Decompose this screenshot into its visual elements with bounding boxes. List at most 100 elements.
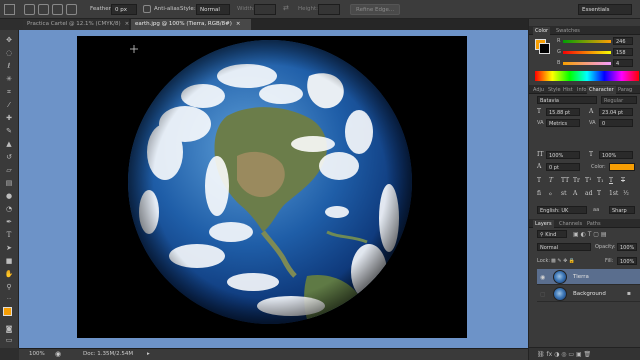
tracking-input[interactable]: 0 bbox=[599, 119, 633, 127]
tab-earth[interactable]: earth.jpg @ 100% (Tierra, RGB/8#) × bbox=[131, 19, 251, 30]
type-tool-icon[interactable]: T bbox=[4, 231, 14, 239]
channel-r-slider[interactable] bbox=[563, 40, 611, 43]
subtract-selection-icon[interactable] bbox=[52, 4, 63, 15]
color-background-swatch[interactable] bbox=[539, 43, 550, 54]
more-tools-icon[interactable]: ··· bbox=[4, 295, 14, 303]
faux-italic-button[interactable]: T bbox=[549, 177, 553, 184]
swap-icon[interactable]: ⇄ bbox=[283, 4, 289, 12]
horizontal-scale-input[interactable]: 100% bbox=[599, 151, 633, 159]
channel-g-input[interactable]: 158 bbox=[613, 48, 633, 56]
tab-character[interactable]: Character bbox=[587, 86, 616, 94]
font-size-input[interactable]: 15.88 pt bbox=[546, 108, 580, 116]
marquee-tool-icon[interactable]: ◌ bbox=[4, 49, 14, 57]
ligatures-button[interactable]: fi bbox=[537, 190, 541, 197]
eye-icon[interactable]: ▢ bbox=[540, 291, 546, 298]
ordinals-button[interactable]: 1st bbox=[609, 190, 618, 197]
blend-mode-select[interactable]: Normal bbox=[537, 243, 591, 251]
channel-g-slider[interactable] bbox=[563, 51, 611, 54]
width-input[interactable] bbox=[254, 4, 276, 15]
zoom-level[interactable]: 100% bbox=[29, 351, 45, 357]
tab-color[interactable]: Color bbox=[533, 27, 551, 35]
style-select[interactable]: Normal bbox=[196, 4, 230, 15]
tab-swatches[interactable]: Swatches bbox=[554, 27, 582, 35]
underline-button[interactable]: T bbox=[609, 177, 613, 184]
tab-layers[interactable]: Layers bbox=[533, 220, 554, 228]
color-spectrum-bar[interactable] bbox=[535, 71, 639, 81]
refine-edge-button[interactable]: Refine Edge... bbox=[350, 4, 401, 15]
leading-input[interactable]: 23.04 pt bbox=[599, 108, 633, 116]
channel-r-input[interactable]: 246 bbox=[613, 37, 633, 45]
strikethrough-button[interactable]: T bbox=[621, 177, 625, 184]
superscript-button[interactable]: T¹ bbox=[585, 177, 591, 184]
blur-tool-icon[interactable]: ● bbox=[4, 192, 14, 200]
discretionary-ligatures-button[interactable]: st bbox=[561, 190, 567, 197]
close-icon[interactable]: × bbox=[125, 21, 130, 27]
zoom-tool-icon[interactable]: ⚲ bbox=[4, 283, 14, 291]
height-input[interactable] bbox=[318, 4, 340, 15]
layer-filter-select[interactable]: ⚲ Kind bbox=[537, 230, 567, 238]
all-caps-button[interactable]: TT bbox=[561, 177, 569, 184]
subscript-button[interactable]: T₁ bbox=[597, 177, 603, 184]
font-style-select[interactable]: Regular bbox=[601, 96, 637, 104]
pen-tool-icon[interactable]: ✒ bbox=[4, 218, 14, 226]
healing-tool-icon[interactable]: ✚ bbox=[4, 114, 14, 122]
channel-b-input[interactable]: 4 bbox=[613, 59, 633, 67]
intersect-selection-icon[interactable] bbox=[66, 4, 77, 15]
foreground-color-swatch[interactable] bbox=[3, 307, 12, 316]
layer-filter-icons[interactable]: ▣ ◐ T ▢ ▤ bbox=[573, 231, 607, 238]
tab-adjustments[interactable]: Adju bbox=[531, 86, 546, 94]
path-selection-tool-icon[interactable]: ➤ bbox=[4, 244, 14, 252]
titling-button[interactable]: T bbox=[597, 190, 601, 197]
layer-row-background[interactable]: ▢ Background ▪ bbox=[537, 286, 640, 302]
small-caps-button[interactable]: Tr bbox=[573, 177, 580, 184]
tab-paragraph[interactable]: Parag bbox=[616, 86, 634, 94]
shape-tool-icon[interactable]: ■ bbox=[4, 257, 14, 265]
baseline-shift-input[interactable]: 0 pt bbox=[546, 163, 580, 171]
feather-input[interactable]: 0 px bbox=[111, 4, 137, 15]
clone-stamp-tool-icon[interactable]: ▲ bbox=[4, 140, 14, 148]
swash-button[interactable]: A bbox=[573, 190, 577, 197]
font-family-select[interactable]: Batavia bbox=[537, 96, 597, 104]
tool-preset-icon[interactable] bbox=[4, 4, 15, 15]
dodge-tool-icon[interactable]: ◔ bbox=[4, 205, 14, 213]
channel-b-slider[interactable] bbox=[563, 62, 611, 65]
magic-wand-tool-icon[interactable]: ✳ bbox=[4, 75, 14, 83]
status-menu-icon[interactable]: ▸ bbox=[147, 351, 150, 357]
eye-icon[interactable]: ◉ bbox=[540, 274, 545, 281]
tab-history[interactable]: Hist bbox=[561, 86, 575, 94]
crop-tool-icon[interactable]: ⌗ bbox=[4, 88, 14, 96]
status-icon[interactable]: ◉ bbox=[55, 350, 61, 358]
text-color-swatch[interactable] bbox=[609, 163, 635, 171]
brush-tool-icon[interactable]: ✎ bbox=[4, 127, 14, 135]
workspace-select[interactable]: Essentials bbox=[578, 4, 632, 15]
kerning-select[interactable]: Metrics bbox=[546, 119, 580, 127]
gradient-tool-icon[interactable]: ▤ bbox=[4, 179, 14, 187]
tab-channels[interactable]: Channels bbox=[557, 220, 584, 228]
tab-practica-cartel[interactable]: Practica Cartel @ 12.1% (CMYK/8) × bbox=[23, 19, 129, 30]
quick-mask-icon[interactable]: ◙ bbox=[4, 325, 14, 333]
fractions-button[interactable]: ½ bbox=[623, 190, 629, 197]
old-style-button[interactable]: ℴ bbox=[549, 190, 552, 197]
close-icon[interactable]: × bbox=[236, 21, 241, 27]
screen-mode-icon[interactable]: ▭ bbox=[4, 336, 14, 344]
fill-input[interactable]: 100% bbox=[617, 257, 637, 265]
layer-row-tierra[interactable]: ◉ Tierra bbox=[537, 269, 640, 285]
opacity-input[interactable]: 100% bbox=[617, 243, 637, 251]
layers-footer-icons[interactable]: ⛓ fx ◑ ◎ ▭ ▣ 🗑 bbox=[537, 351, 591, 358]
history-brush-tool-icon[interactable]: ↺ bbox=[4, 153, 14, 161]
add-selection-icon[interactable] bbox=[38, 4, 49, 15]
new-selection-icon[interactable] bbox=[24, 4, 35, 15]
document-canvas[interactable] bbox=[77, 36, 467, 338]
language-select[interactable]: English: UK bbox=[537, 206, 587, 214]
stylistic-alternates-button[interactable]: ad bbox=[585, 190, 592, 197]
faux-bold-button[interactable]: T bbox=[537, 177, 541, 184]
antialias-select[interactable]: Sharp bbox=[609, 206, 635, 214]
eyedropper-tool-icon[interactable]: ⁄ bbox=[4, 101, 14, 109]
anti-alias-checkbox[interactable] bbox=[143, 5, 151, 13]
lasso-tool-icon[interactable]: ℓ bbox=[4, 62, 14, 70]
eraser-tool-icon[interactable]: ▱ bbox=[4, 166, 14, 174]
tab-paths[interactable]: Paths bbox=[585, 220, 603, 228]
vertical-scale-input[interactable]: 100% bbox=[546, 151, 580, 159]
move-tool-icon[interactable]: ✥ bbox=[4, 36, 14, 44]
hand-tool-icon[interactable]: ✋ bbox=[4, 270, 14, 278]
